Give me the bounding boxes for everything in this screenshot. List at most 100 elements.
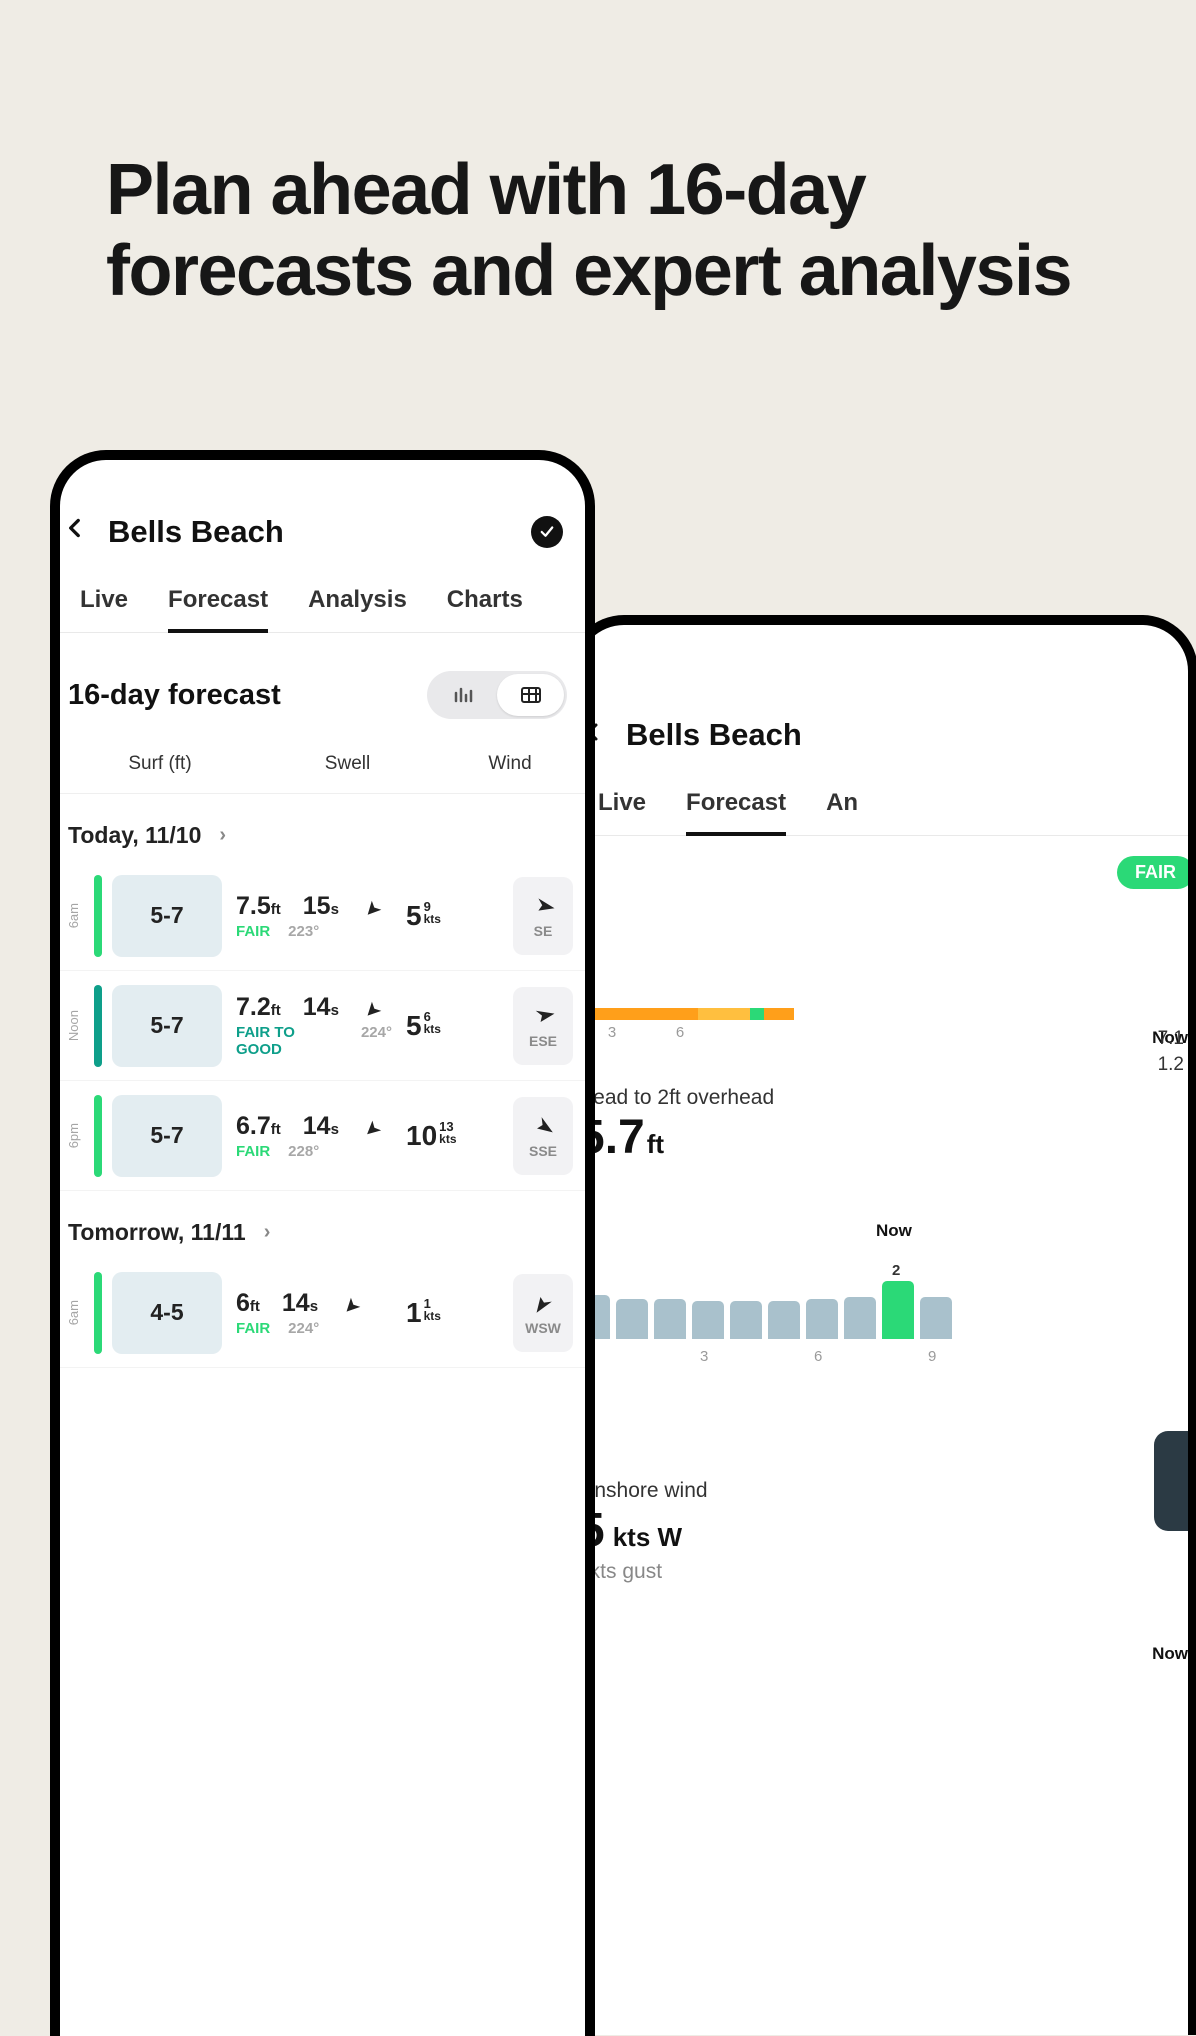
wind-cardinal: ESE <box>529 1033 557 1049</box>
day-header[interactable]: Today, 11/10› <box>60 794 585 861</box>
wind-gust: 9 <box>424 900 431 913</box>
swell-degrees: 228° <box>288 1143 319 1160</box>
section-title: 16-day forecast <box>68 679 281 712</box>
view-toggle-chart-icon[interactable] <box>430 683 497 707</box>
quality-bar <box>94 875 102 957</box>
wind-tile: SE <box>513 877 573 955</box>
surf-subtitle: Head to 2ft overhead <box>578 1086 1188 1110</box>
wind-gust: 6 <box>424 1010 431 1023</box>
strip-segment <box>764 1008 794 1020</box>
wind-cardinal: SE <box>534 923 553 939</box>
forecast-table: Today, 11/10› 6am 5-7 7.5ft 15s FAIR 223… <box>60 794 585 1368</box>
mini-bar <box>844 1297 876 1339</box>
wind-direction-icon <box>530 1113 556 1139</box>
spot-title: Bells Beach <box>626 717 1166 753</box>
tab-analysis-truncated[interactable]: An <box>806 777 878 835</box>
mini-bar <box>806 1299 838 1339</box>
quality-bar <box>94 985 102 1067</box>
day-header[interactable]: Tomorrow, 11/11 › <box>60 1191 585 1258</box>
wind-subtitle: Onshore wind <box>578 1479 1188 1503</box>
chevron-right-icon: › <box>264 1221 271 1244</box>
wind-cell: 59kts SE <box>392 877 579 955</box>
phone-mockup-front: Bells Beach LiveForecastAnalysisCharts 1… <box>50 450 595 2036</box>
time-label: 6am <box>66 903 90 928</box>
hero-headline: Plan ahead with 16-day forecasts and exp… <box>106 150 1116 311</box>
swell-period: 14s <box>303 993 339 1022</box>
wind-direction-icon <box>530 893 556 919</box>
time-label: Noon <box>66 1010 90 1041</box>
favorite-checked-icon[interactable] <box>531 516 563 548</box>
surf-range: 5-7 <box>112 985 222 1067</box>
swell-direction-icon <box>361 1115 387 1141</box>
mini-bar <box>692 1301 724 1339</box>
surf-side-reading-1: 7.1 <box>1158 1028 1184 1050</box>
wind-speed: 1013kts <box>406 1120 457 1152</box>
cam-thumbnail[interactable] <box>1154 1431 1196 1531</box>
view-toggle[interactable] <box>427 671 567 719</box>
swell-degrees: 223° <box>288 923 319 940</box>
swell-period: 14s <box>303 1112 339 1141</box>
wind-unit: kts <box>439 1133 456 1145</box>
swell-period: 14s <box>282 1289 318 1318</box>
strip-segment <box>578 1008 698 1020</box>
day-label: Tomorrow, 11/11 <box>68 1219 246 1246</box>
chevron-right-icon: › <box>219 824 226 847</box>
tab-charts[interactable]: Charts <box>427 574 543 632</box>
swell-direction-icon <box>361 895 387 921</box>
tab-analysis[interactable]: Analysis <box>288 574 427 632</box>
wind-unit: kts <box>424 1310 441 1322</box>
wind-gust: 13 <box>439 1120 453 1133</box>
rating-label: FAIR <box>236 923 270 940</box>
mini-chart-now-label: Now <box>876 1221 912 1241</box>
tabs-back: Live Forecast An <box>578 767 1188 836</box>
forecast-row[interactable]: 6am 4-5 6ft 14s FAIR 224° 11kts <box>60 1258 585 1368</box>
swell-height: 6ft <box>236 1289 260 1318</box>
tab-forecast[interactable]: Forecast <box>148 574 288 632</box>
strip-segment <box>698 1008 750 1020</box>
view-toggle-table-icon[interactable] <box>497 674 564 716</box>
forecast-row[interactable]: Noon 5-7 7.2ft 14s FAIR TO GOOD 224° 56k… <box>60 971 585 1081</box>
tabs-front: LiveForecastAnalysisCharts <box>60 564 585 633</box>
swell-period: 15s <box>303 892 339 921</box>
strip-segment <box>750 1008 764 1020</box>
tab-forecast[interactable]: Forecast <box>666 777 806 835</box>
swell-height: 7.5ft <box>236 892 281 921</box>
mini-bar <box>616 1299 648 1339</box>
wind-now-label: Now <box>1152 1644 1188 1664</box>
mini-bar <box>654 1299 686 1339</box>
mini-bar <box>882 1281 914 1339</box>
mini-bar <box>730 1301 762 1339</box>
wind-cardinal: SSE <box>529 1143 557 1159</box>
back-button[interactable] <box>60 515 90 549</box>
forecast-row[interactable]: 6am 5-7 7.5ft 15s FAIR 223° 59kts <box>60 861 585 971</box>
quality-bar <box>94 1095 102 1177</box>
surf-height-value: 5.7ft <box>578 1110 1188 1165</box>
wind-cardinal: WSW <box>525 1320 561 1336</box>
surf-range: 5-7 <box>112 875 222 957</box>
swell-height: 7.2ft <box>236 993 281 1022</box>
col-swell-label: Swell <box>260 753 435 775</box>
mini-bar-value-label: 2 <box>892 1262 900 1279</box>
wind-cell: 11kts WSW <box>392 1274 579 1352</box>
rating-label: FAIR <box>236 1143 270 1160</box>
swell-degrees: 224° <box>288 1320 319 1337</box>
mini-bar <box>920 1297 952 1339</box>
quality-bar <box>94 1272 102 1354</box>
time-label: 6pm <box>66 1123 90 1148</box>
forecast-row[interactable]: 6pm 5-7 6.7ft 14s FAIR 228° 1013kts <box>60 1081 585 1191</box>
col-surf-label: Surf (ft) <box>60 753 260 775</box>
rating-timeline[interactable]: 36 Now <box>578 994 1188 1028</box>
col-wind-label: Wind <box>435 753 585 775</box>
tab-live[interactable]: Live <box>60 574 148 632</box>
rating-pill: FAIR <box>1117 856 1194 889</box>
wind-tile: WSW <box>513 1274 573 1352</box>
surf-height-unit: ft <box>647 1129 664 1160</box>
swell-cell: 7.5ft 15s FAIR 223° <box>222 892 392 940</box>
spot-title: Bells Beach <box>108 514 513 550</box>
swell-cell: 7.2ft 14s FAIR TO GOOD 224° <box>222 993 392 1058</box>
wind-value: 5kts W <box>578 1503 1188 1558</box>
wind-tile: ESE <box>513 987 573 1065</box>
mini-bar <box>768 1301 800 1339</box>
wind-direction-icon <box>530 1003 556 1029</box>
surf-mini-chart[interactable]: Now 3629 <box>578 1255 1188 1365</box>
